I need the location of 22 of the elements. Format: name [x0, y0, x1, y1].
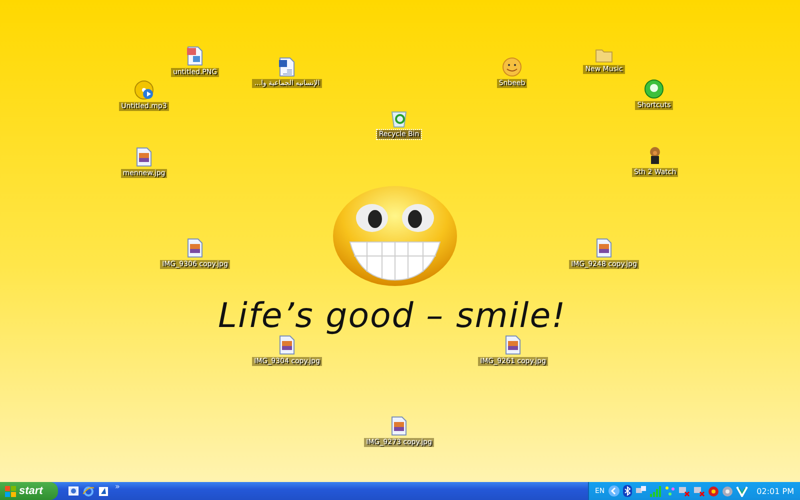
dots-icon[interactable]	[664, 486, 675, 496]
photo-file-icon	[187, 238, 203, 258]
sphere-icon	[644, 79, 664, 99]
network-disconnected-icon[interactable]	[692, 486, 705, 496]
image-file-icon	[186, 46, 204, 66]
more-chevron[interactable]: »	[115, 482, 120, 491]
photo-file-icon	[279, 335, 295, 355]
windows-logo-icon	[5, 486, 16, 496]
bluetooth-icon[interactable]	[622, 485, 632, 497]
photo-file-icon	[596, 238, 612, 258]
browser-e-icon[interactable]	[83, 486, 94, 496]
document-icon	[278, 57, 296, 77]
clock[interactable]: 02:01 PM	[756, 486, 794, 496]
start-button[interactable]: start	[0, 482, 58, 500]
network-disconnected-icon[interactable]	[678, 486, 690, 496]
photo-file-icon	[505, 335, 521, 355]
photo-file-icon	[136, 147, 152, 167]
folder-icon	[595, 47, 613, 63]
photo-file-icon	[391, 416, 407, 436]
wallpaper-caption: Life’s good – smile!	[218, 296, 566, 336]
disc-icon	[134, 80, 154, 100]
smiley-icon	[502, 57, 522, 77]
